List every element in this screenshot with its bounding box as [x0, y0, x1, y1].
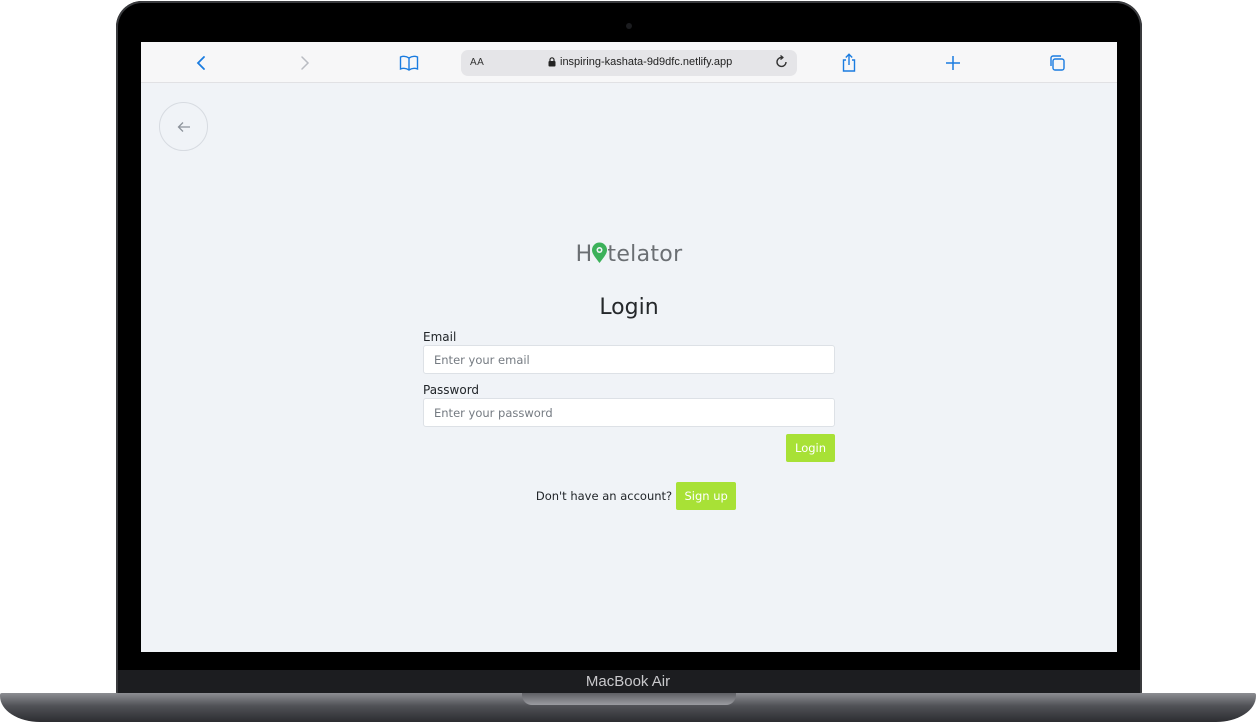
- share-icon: [842, 53, 856, 72]
- password-field[interactable]: Enter your password: [423, 398, 835, 427]
- arrow-left-icon: [177, 121, 190, 132]
- laptop-notch: [522, 693, 736, 705]
- book-icon: [399, 55, 419, 71]
- email-field[interactable]: Enter your email: [423, 345, 835, 374]
- brand-suffix: telator: [607, 242, 683, 267]
- page-title: Login: [599, 295, 659, 320]
- login-button[interactable]: Login: [786, 434, 835, 462]
- email-label: Email: [423, 330, 457, 344]
- plus-icon: [946, 56, 960, 70]
- laptop-mockup: MacBook Air AA inspiring-kashata-9d9dfc.…: [0, 0, 1256, 722]
- tabs-icon: [1050, 55, 1065, 71]
- forward-nav-button[interactable]: [292, 50, 318, 76]
- reload-button[interactable]: [773, 53, 791, 76]
- device-label: MacBook Air: [585, 673, 671, 690]
- webcam: [626, 23, 632, 29]
- url-text: inspiring-kashata-9d9dfc.netlify.app: [560, 56, 733, 68]
- new-tab-button[interactable]: [940, 50, 966, 76]
- share-button[interactable]: [836, 50, 862, 76]
- chevron-left-icon: [196, 56, 205, 70]
- location-pin-icon: [591, 242, 608, 270]
- reload-icon: [776, 54, 787, 68]
- lock-icon: [548, 57, 556, 67]
- password-label: Password: [423, 383, 480, 397]
- back-nav-button[interactable]: [188, 50, 214, 76]
- signup-row: Don't have an account? Sign up: [141, 482, 1117, 510]
- address-bar[interactable]: AA inspiring-kashata-9d9dfc.netlify.app: [461, 50, 797, 76]
- bookmarks-button[interactable]: [396, 50, 422, 76]
- browser-toolbar: AA inspiring-kashata-9d9dfc.netlify.app: [141, 42, 1117, 83]
- url-display: inspiring-kashata-9d9dfc.netlify.app: [548, 56, 732, 68]
- text-size-button[interactable]: AA: [470, 57, 484, 68]
- brand-logo: Htelator: [141, 242, 1117, 270]
- chevron-right-icon: [301, 56, 310, 70]
- browser-screen: AA inspiring-kashata-9d9dfc.netlify.app: [141, 42, 1117, 652]
- signup-button[interactable]: Sign up: [676, 482, 737, 510]
- brand-prefix: H: [575, 242, 593, 267]
- page-back-button[interactable]: [159, 102, 208, 151]
- signup-prompt: Don't have an account?: [535, 489, 673, 503]
- tabs-overview-button[interactable]: [1044, 50, 1070, 76]
